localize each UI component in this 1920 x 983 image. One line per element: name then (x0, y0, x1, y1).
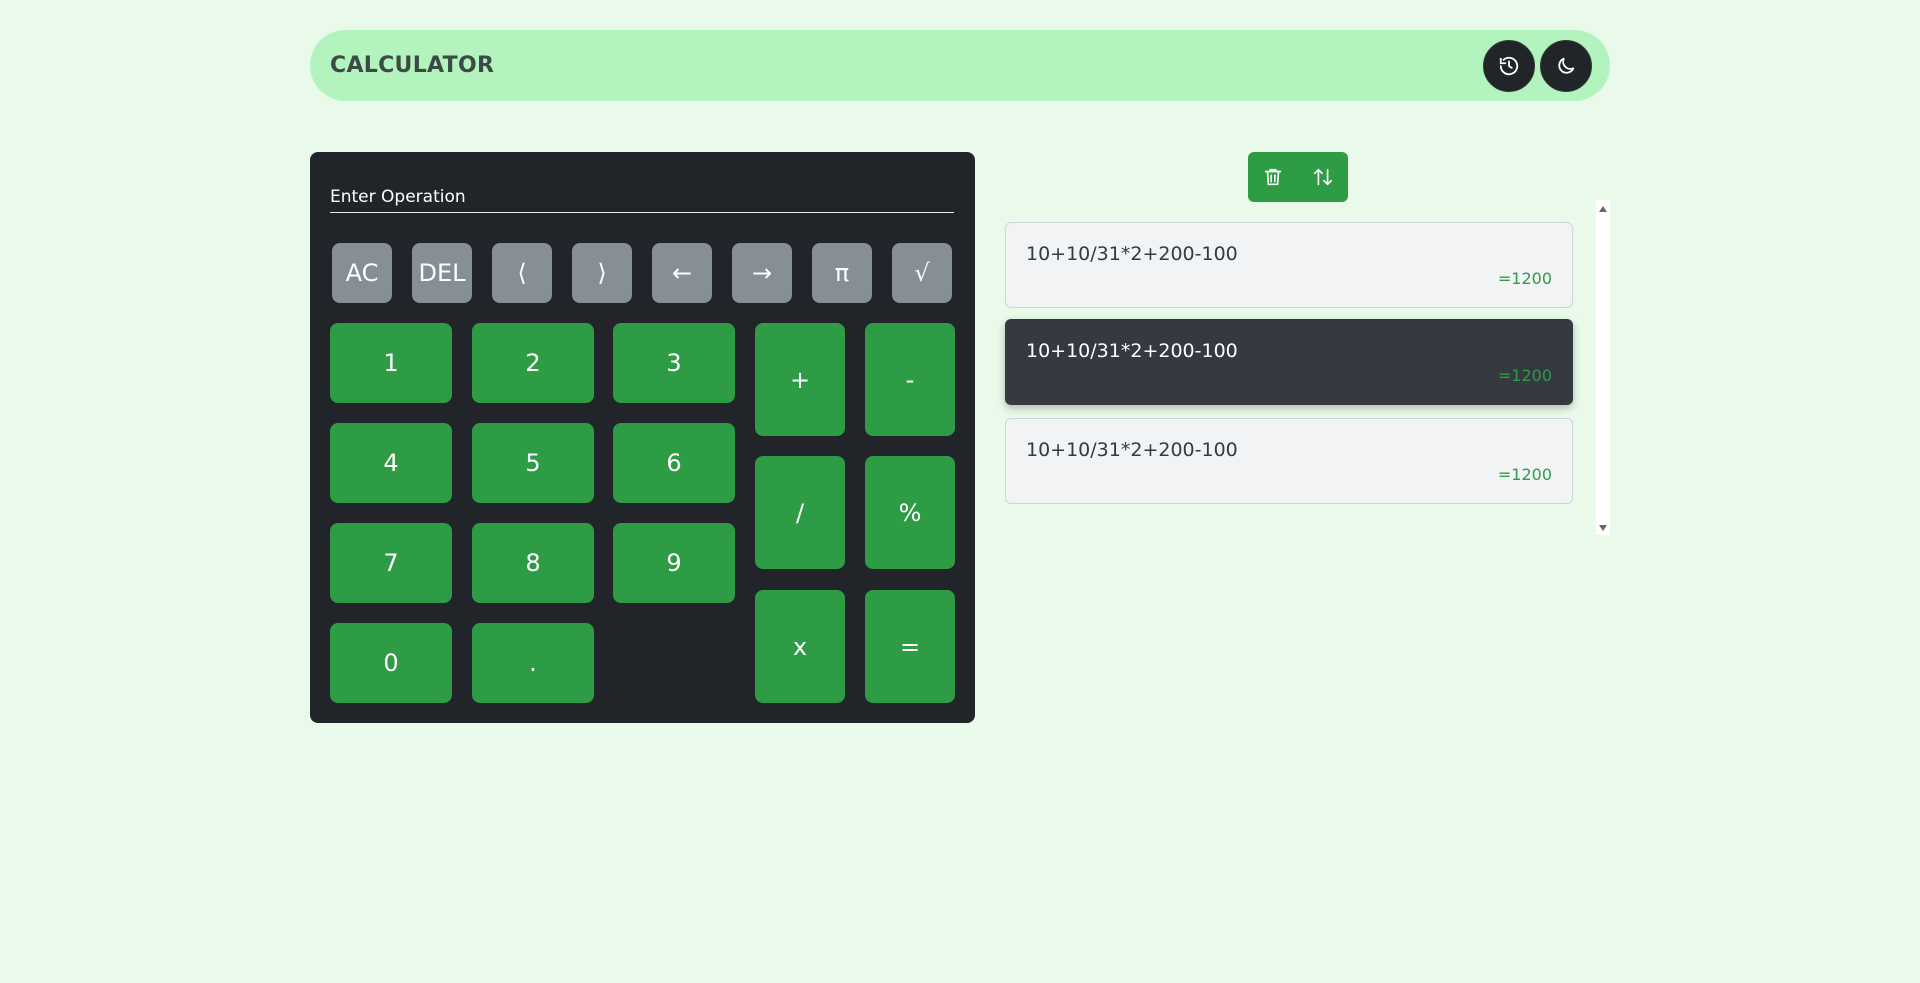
delete-button[interactable]: DEL (412, 243, 472, 303)
app-title: CALCULATOR (330, 53, 495, 78)
theme-toggle-button[interactable] (1540, 40, 1592, 92)
history-item-selected[interactable]: 10+10/31*2+200-100 =1200 (1005, 319, 1573, 405)
calculator-panel: AC DEL ⟨ ⟩ ← → π √ 1 2 3 4 5 6 7 8 9 0 .… (310, 152, 975, 723)
digit-6-button[interactable]: 6 (613, 423, 735, 503)
cursor-left-button[interactable]: ← (652, 243, 712, 303)
history-button[interactable] (1483, 40, 1535, 92)
subtract-button[interactable]: - (865, 323, 955, 436)
navbar: CALCULATOR (310, 30, 1610, 101)
history-toolbar (1248, 152, 1348, 202)
trash-icon (1264, 168, 1282, 186)
history-icon (1499, 56, 1519, 76)
scroll-down-arrow-icon[interactable] (1599, 525, 1607, 531)
scroll-up-arrow-icon[interactable] (1599, 206, 1607, 212)
multiply-button[interactable]: x (755, 590, 845, 703)
digit-9-button[interactable]: 9 (613, 523, 735, 603)
history-expression: 10+10/31*2+200-100 (1026, 243, 1238, 265)
decimal-point-button[interactable]: . (472, 623, 594, 703)
cursor-right-button[interactable]: → (732, 243, 792, 303)
digit-4-button[interactable]: 4 (330, 423, 452, 503)
percent-button[interactable]: % (865, 456, 955, 569)
history-expression: 10+10/31*2+200-100 (1026, 439, 1238, 461)
moon-icon (1558, 57, 1575, 74)
history-item[interactable]: 10+10/31*2+200-100 =1200 (1005, 418, 1573, 504)
history-list: 10+10/31*2+200-100 =1200 10+10/31*2+200-… (1005, 200, 1610, 535)
sort-history-button[interactable] (1298, 152, 1348, 202)
history-result: =1200 (1497, 465, 1552, 484)
history-result: =1200 (1497, 366, 1552, 385)
digit-5-button[interactable]: 5 (472, 423, 594, 503)
divide-button[interactable]: / (755, 456, 845, 569)
digit-3-button[interactable]: 3 (613, 323, 735, 403)
sort-arrows-icon (1313, 168, 1333, 186)
history-expression: 10+10/31*2+200-100 (1026, 340, 1238, 362)
history-scrollbar[interactable] (1596, 200, 1610, 535)
history-item[interactable]: 10+10/31*2+200-100 =1200 (1005, 222, 1573, 308)
digit-1-button[interactable]: 1 (330, 323, 452, 403)
add-button[interactable]: + (755, 323, 845, 436)
pi-button[interactable]: π (812, 243, 872, 303)
close-paren-button[interactable]: ⟩ (572, 243, 632, 303)
digit-8-button[interactable]: 8 (472, 523, 594, 603)
digit-7-button[interactable]: 7 (330, 523, 452, 603)
clear-all-button[interactable]: AC (332, 243, 392, 303)
equals-button[interactable]: = (865, 590, 955, 703)
digit-2-button[interactable]: 2 (472, 323, 594, 403)
open-paren-button[interactable]: ⟨ (492, 243, 552, 303)
history-result: =1200 (1497, 269, 1552, 288)
clear-history-button[interactable] (1248, 152, 1298, 202)
operation-input[interactable] (330, 182, 954, 213)
digit-0-button[interactable]: 0 (330, 623, 452, 703)
sqrt-button[interactable]: √ (892, 243, 952, 303)
